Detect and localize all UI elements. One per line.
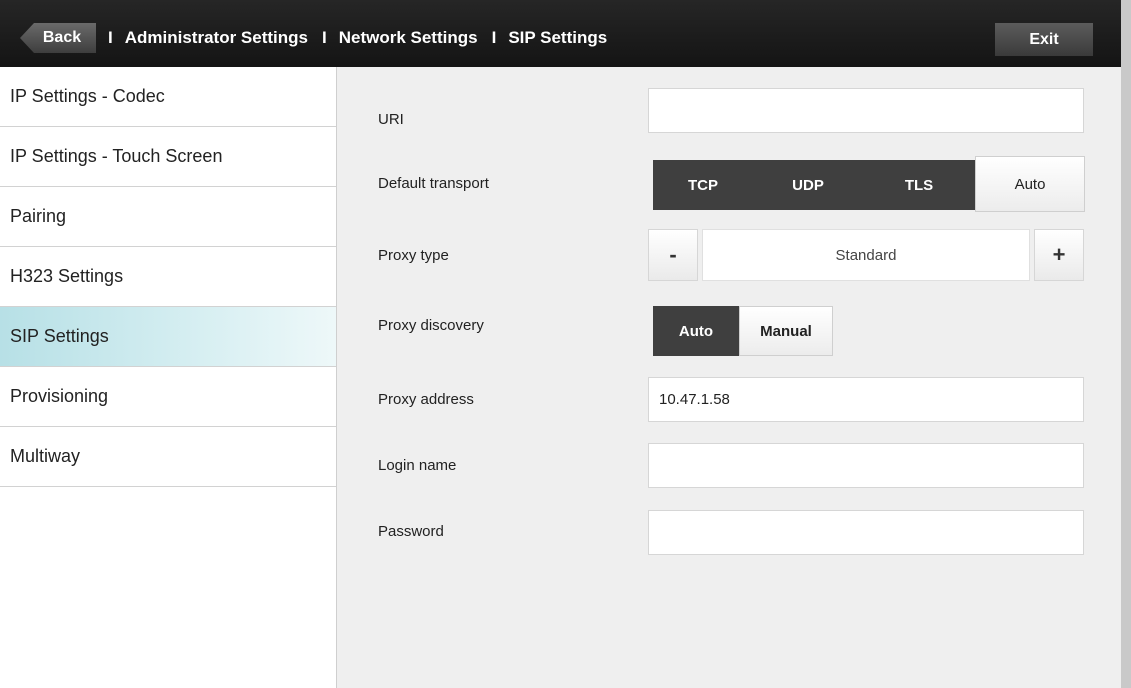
transport-option-udp[interactable]: UDP	[753, 160, 863, 210]
sidebar-item-pairing[interactable]: Pairing	[0, 187, 336, 247]
top-bar: Back I Administrator Settings I Network …	[0, 0, 1121, 67]
proxy-type-decrement-button[interactable]: -	[648, 229, 698, 281]
sidebar-item-sip-settings[interactable]: SIP Settings	[0, 307, 336, 367]
sidebar: IP Settings - Codec IP Settings - Touch …	[0, 67, 337, 688]
proxy-type-increment-button[interactable]: +	[1034, 229, 1084, 281]
proxy-type-value: Standard	[702, 229, 1030, 281]
breadcrumb-separator: I	[491, 28, 497, 47]
transport-option-tcp[interactable]: TCP	[653, 160, 753, 210]
breadcrumb-network-settings[interactable]: Network Settings	[339, 28, 478, 48]
breadcrumb-administrator-settings[interactable]: Administrator Settings	[125, 28, 308, 48]
settings-window: Back I Administrator Settings I Network …	[0, 0, 1121, 688]
sidebar-item-provisioning[interactable]: Provisioning	[0, 367, 336, 427]
password-field[interactable]	[648, 510, 1084, 555]
discovery-option-manual[interactable]: Manual	[739, 306, 833, 356]
sidebar-item-ip-settings-codec[interactable]: IP Settings - Codec	[0, 67, 336, 127]
proxy-address-field[interactable]	[648, 377, 1084, 422]
login-name-field[interactable]	[648, 443, 1084, 488]
password-label: Password	[378, 523, 444, 540]
login-name-label: Login name	[378, 457, 457, 474]
proxy-type-stepper: - Standard +	[648, 229, 1084, 281]
sidebar-item-ip-settings-touch-screen[interactable]: IP Settings - Touch Screen	[0, 127, 336, 187]
breadcrumb-separator: I	[321, 28, 327, 47]
default-transport-selector: TCP UDP TLS Auto	[653, 156, 1085, 212]
proxy-address-label: Proxy address	[378, 391, 474, 408]
exit-button[interactable]: Exit	[995, 23, 1093, 56]
breadcrumb: I Administrator Settings I Network Setti…	[108, 23, 621, 53]
uri-label: URI	[378, 111, 404, 128]
breadcrumb-sip-settings: SIP Settings	[508, 28, 608, 47]
sidebar-item-h323-settings[interactable]: H323 Settings	[0, 247, 336, 307]
proxy-discovery-label: Proxy discovery	[378, 317, 484, 334]
uri-field[interactable]	[648, 88, 1084, 133]
breadcrumb-separator: I	[108, 28, 113, 47]
sidebar-item-multiway[interactable]: Multiway	[0, 427, 336, 487]
discovery-option-auto[interactable]: Auto	[653, 306, 739, 356]
default-transport-label: Default transport	[378, 175, 489, 192]
back-button[interactable]: Back	[20, 23, 96, 53]
proxy-type-label: Proxy type	[378, 247, 449, 264]
proxy-discovery-selector: Auto Manual	[653, 306, 833, 356]
transport-option-tls[interactable]: TLS	[863, 160, 975, 210]
transport-option-auto[interactable]: Auto	[975, 156, 1085, 212]
